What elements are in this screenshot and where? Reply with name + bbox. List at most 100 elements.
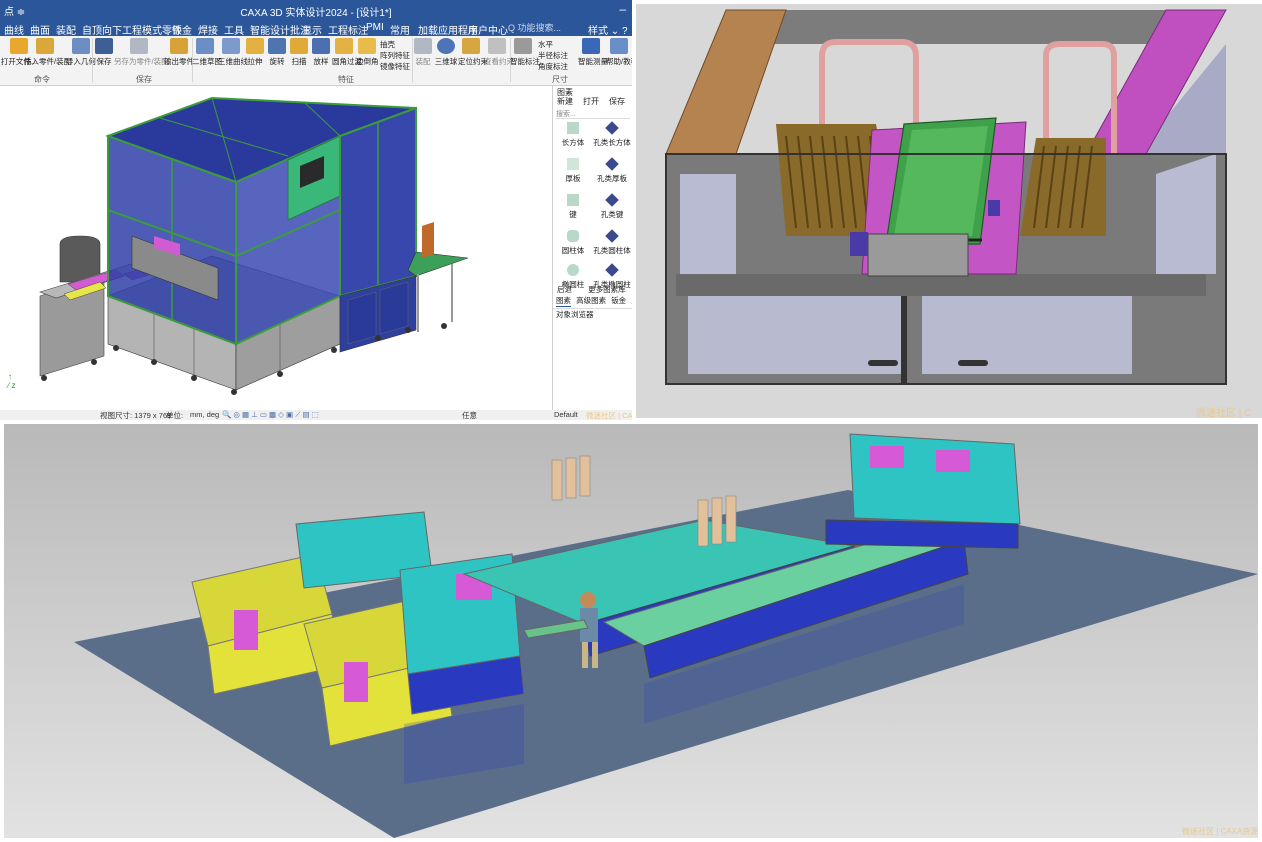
save-button[interactable]: 保存 (92, 38, 116, 67)
filter-dropdown[interactable]: 任意 (462, 410, 477, 420)
cad-window: 点 ≑ CAXA 3D 实体设计2024 - [设计1*] – 曲线 曲面 装配… (0, 0, 632, 420)
extrude-icon (246, 38, 264, 54)
group-save: 保存 (136, 75, 152, 84)
plate-icon (567, 158, 579, 170)
revolve-button[interactable]: 旋转 (266, 38, 288, 67)
angle-dimension-tool[interactable]: 角度标注 (538, 61, 568, 72)
export-icon (170, 38, 188, 54)
save-as-button[interactable]: 另存为零件/装配 (114, 38, 169, 67)
measure-icon (582, 38, 600, 54)
sketch-icon (196, 38, 214, 54)
curve-icon (222, 38, 240, 54)
minimize-button[interactable]: – (619, 2, 626, 16)
elliptic-cylinder-icon (567, 264, 579, 276)
menu-annotation[interactable]: 工程标注 (328, 22, 368, 37)
style-dropdown[interactable]: 样式 ⌄ ? (588, 22, 628, 37)
loft-icon (312, 38, 330, 54)
hole-box-icon (605, 121, 619, 135)
shape-cylinder[interactable]: 圆柱体 (555, 230, 591, 256)
shape-hole-cylinder[interactable]: 孔类圆柱体 (591, 229, 632, 256)
unit-label: 单位: (166, 411, 184, 420)
insert-icon (36, 38, 54, 54)
shape-hole-key[interactable]: 孔类键 (591, 193, 632, 220)
sweep-icon (290, 38, 308, 54)
shape-box[interactable]: 长方体 (555, 122, 591, 148)
ball-3d-button[interactable]: 三维球 (434, 38, 458, 67)
menu-common[interactable]: 常用 (390, 22, 410, 37)
menu-smart-design[interactable]: 智能设计批注 (250, 22, 310, 37)
view-size-readout: 视图尺寸: 1379 x 768 (100, 411, 172, 420)
shape-plate[interactable]: 厚板 (555, 158, 591, 184)
panel-tabs: 图素 高级图素 钣金 工 (553, 295, 632, 307)
smart-dimension-button[interactable]: 智能标注 (510, 38, 540, 67)
menu-user-center[interactable]: 用户中心 (468, 22, 508, 37)
chamfer-button[interactable]: 边倒角 (356, 38, 379, 67)
view-tools-icon[interactable]: 🔍 ◎ ▦ ⊥ ▭ ▩ ◇ ▣ ⟋ ▤ ⬚ (222, 410, 319, 420)
menu-welding[interactable]: 焊接 (198, 22, 218, 37)
default-style-dropdown[interactable]: Default (554, 410, 578, 419)
menu-display[interactable]: 显示 (302, 22, 322, 37)
new-library-button[interactable]: 新建 (557, 96, 573, 107)
curve-3d-button[interactable]: 三维曲线 (218, 38, 248, 67)
constraint-icon (488, 38, 506, 54)
title-bar: 点 ≑ CAXA 3D 实体设计2024 - [设计1*] – (0, 0, 632, 20)
window-title: CAXA 3D 实体设计2024 - [设计1*] (240, 8, 392, 19)
fillet-icon (335, 38, 353, 54)
shape-hole-box[interactable]: 孔类长方体 (591, 121, 632, 148)
menu-pmi[interactable]: PMI (366, 22, 384, 33)
watermark-3: 微迷社区 | CAXA资源分享 (1182, 827, 1258, 836)
dimension-icon (514, 38, 532, 54)
group-feature: 特征 (338, 75, 354, 84)
shape-hole-plate[interactable]: 孔类厚板 (591, 157, 632, 184)
help-tutorial-button[interactable]: 帮助/教程 (606, 38, 632, 67)
menu-assembly[interactable]: 装配 (56, 22, 76, 37)
ribbon: 打开文件... 插入零件/装配 导入几何 保存 另存为零件/装配 输出零件 二维… (0, 36, 632, 86)
axis-triad-icon: ↑ ⁄ z (8, 372, 16, 390)
closeup-machine-image (636, 4, 1262, 418)
shape-key[interactable]: 键 (555, 194, 591, 220)
function-search-input[interactable]: Q 功能搜索... (508, 21, 578, 34)
box-icon (567, 122, 579, 134)
menu-top-down[interactable]: 自顶向下 (82, 22, 122, 37)
import-icon (72, 38, 90, 54)
shell-tool[interactable]: 抽壳 (380, 39, 395, 50)
menu-curve[interactable]: 曲线 (4, 22, 24, 37)
loft-button[interactable]: 放样 (310, 38, 332, 67)
save-as-icon (130, 38, 148, 54)
tab-elements[interactable]: 图素 (556, 295, 571, 307)
object-browser-header[interactable]: 对象浏览器 (553, 308, 632, 320)
save-icon (95, 38, 113, 54)
key-icon (567, 194, 579, 206)
insert-part-button[interactable]: 插入零件/装配 (24, 38, 71, 67)
extrude-button[interactable]: 拉伸 (244, 38, 266, 67)
ball-icon (437, 38, 455, 54)
tab-advanced-elements[interactable]: 高级图素 (576, 295, 606, 306)
view-constraint-button[interactable]: 查看约束 (484, 38, 514, 67)
mirror-tool[interactable]: 镜像特征 (380, 61, 410, 72)
menu-tools[interactable]: 工具 (224, 22, 244, 37)
radius-dimension-tool[interactable]: 半径标注 (538, 50, 568, 61)
design-element-panel: 图素 新建 打开 保存 搜索... 长方体 孔类长方体 厚板 孔类厚板 键 孔类… (552, 86, 632, 410)
tab-tools[interactable]: 工 (631, 295, 632, 306)
tab-sheet-metal[interactable]: 钣金 (611, 295, 626, 306)
fillet-button[interactable]: 圆角过渡 (332, 38, 362, 67)
menu-sheet-metal[interactable]: 钣金 (172, 22, 192, 37)
open-library-button[interactable]: 打开 (583, 96, 599, 107)
back-button[interactable]: 后退 (557, 285, 572, 294)
smart-measure-button[interactable]: 智能测量 (578, 38, 608, 67)
hole-cylinder-icon (605, 229, 619, 243)
assembly-button[interactable]: 装配 (412, 38, 434, 67)
assembly-icon (414, 38, 432, 54)
3d-viewport[interactable]: ↑ ⁄ z (4, 86, 552, 410)
pattern-tool[interactable]: 阵列特征 (380, 50, 410, 61)
watermark-2: 微迷社区 | C (1196, 408, 1252, 418)
library-nav: 后退 更多图素库 (553, 284, 632, 295)
horizontal-tool[interactable]: 水平 (538, 39, 553, 50)
save-library-button[interactable]: 保存 (609, 96, 625, 107)
position-constraint-button[interactable]: 定位约束 (458, 38, 488, 67)
more-libraries-link[interactable]: 更多图素库 (588, 285, 626, 294)
sweep-button[interactable]: 扫描 (288, 38, 310, 67)
element-search-input[interactable]: 搜索... (556, 109, 630, 119)
menu-surface[interactable]: 曲面 (30, 22, 50, 37)
sketch-2d-button[interactable]: 二维草图 (192, 38, 222, 67)
